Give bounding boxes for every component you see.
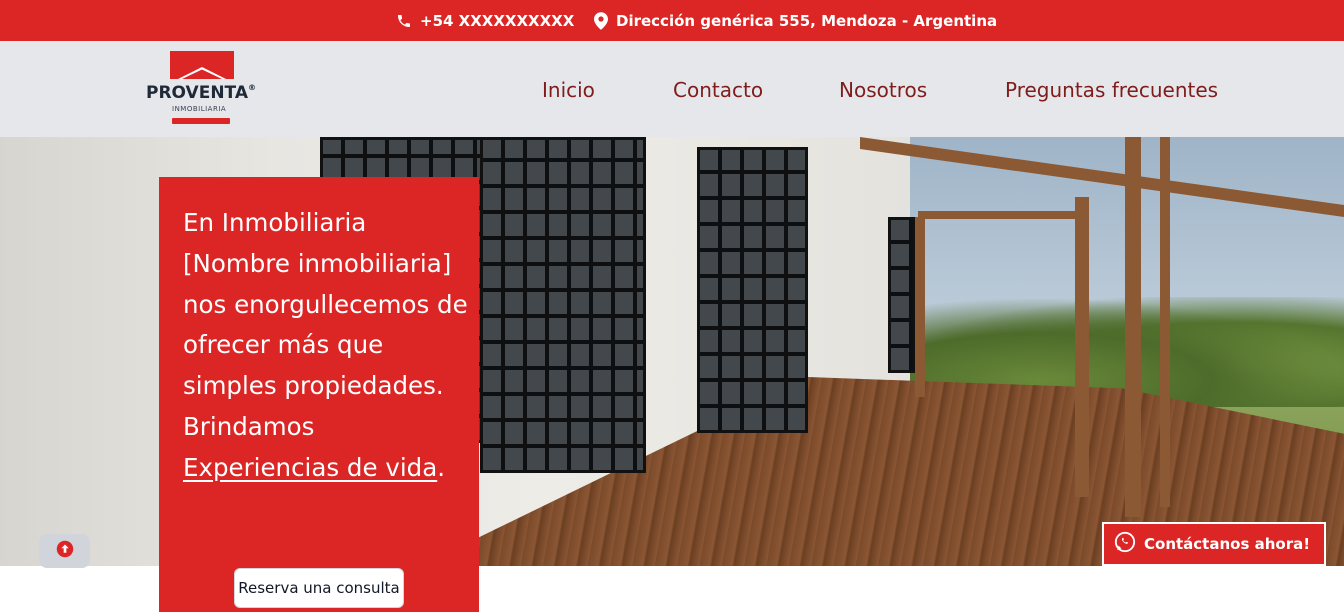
deck-post-4 — [1160, 137, 1170, 507]
phone-icon — [396, 13, 412, 29]
address-text: Dirección genérica 555, Mendoza - Argent… — [616, 11, 998, 30]
hero-text-end: . — [437, 452, 446, 482]
map-pin-icon — [594, 11, 608, 30]
deck-rail — [918, 211, 1088, 219]
window-small — [888, 217, 916, 373]
reserve-consultation-button[interactable]: Reserva una consulta — [234, 568, 404, 608]
scroll-to-top-button[interactable] — [39, 534, 90, 568]
whatsapp-contact-button[interactable]: Contáctanos ahora! — [1102, 522, 1326, 566]
site-logo[interactable]: PROVENTA® INMOBILIARIA — [146, 51, 258, 127]
logo-brand: PROVENTA® — [146, 83, 256, 103]
hero-text: En Inmobiliaria [Nombre inmobiliaria] no… — [183, 203, 473, 489]
logo-roof-icon — [170, 51, 234, 79]
window-door-1 — [480, 137, 646, 473]
hero-text-intro: En Inmobiliaria [Nombre inmobiliaria] no… — [183, 208, 468, 441]
experiencias-link[interactable]: Experiencias de vida — [183, 453, 437, 482]
logo-subtitle: INMOBILIARIA — [172, 105, 227, 113]
whatsapp-label: Contáctanos ahora! — [1144, 535, 1311, 553]
phone-number: +54 XXXXXXXXXX — [420, 11, 575, 30]
logo-underline — [172, 118, 230, 124]
arrow-up-circle-icon — [56, 540, 74, 562]
top-contact-bar: +54 XXXXXXXXXX Dirección genérica 555, M… — [0, 0, 1344, 41]
deck-post-2 — [1075, 197, 1089, 497]
window-door-2 — [697, 147, 808, 433]
address-contact[interactable]: Dirección genérica 555, Mendoza - Argent… — [594, 0, 997, 41]
nav-preguntas-frecuentes[interactable]: Preguntas frecuentes — [1005, 78, 1218, 102]
deck-post-1 — [915, 217, 925, 397]
nav-inicio[interactable]: Inicio — [542, 78, 595, 102]
whatsapp-icon — [1114, 531, 1136, 557]
phone-contact[interactable]: +54 XXXXXXXXXX — [396, 0, 574, 41]
nav-contacto[interactable]: Contacto — [673, 78, 763, 102]
nav-nosotros[interactable]: Nosotros — [839, 78, 927, 102]
deck-post-3 — [1125, 137, 1141, 517]
